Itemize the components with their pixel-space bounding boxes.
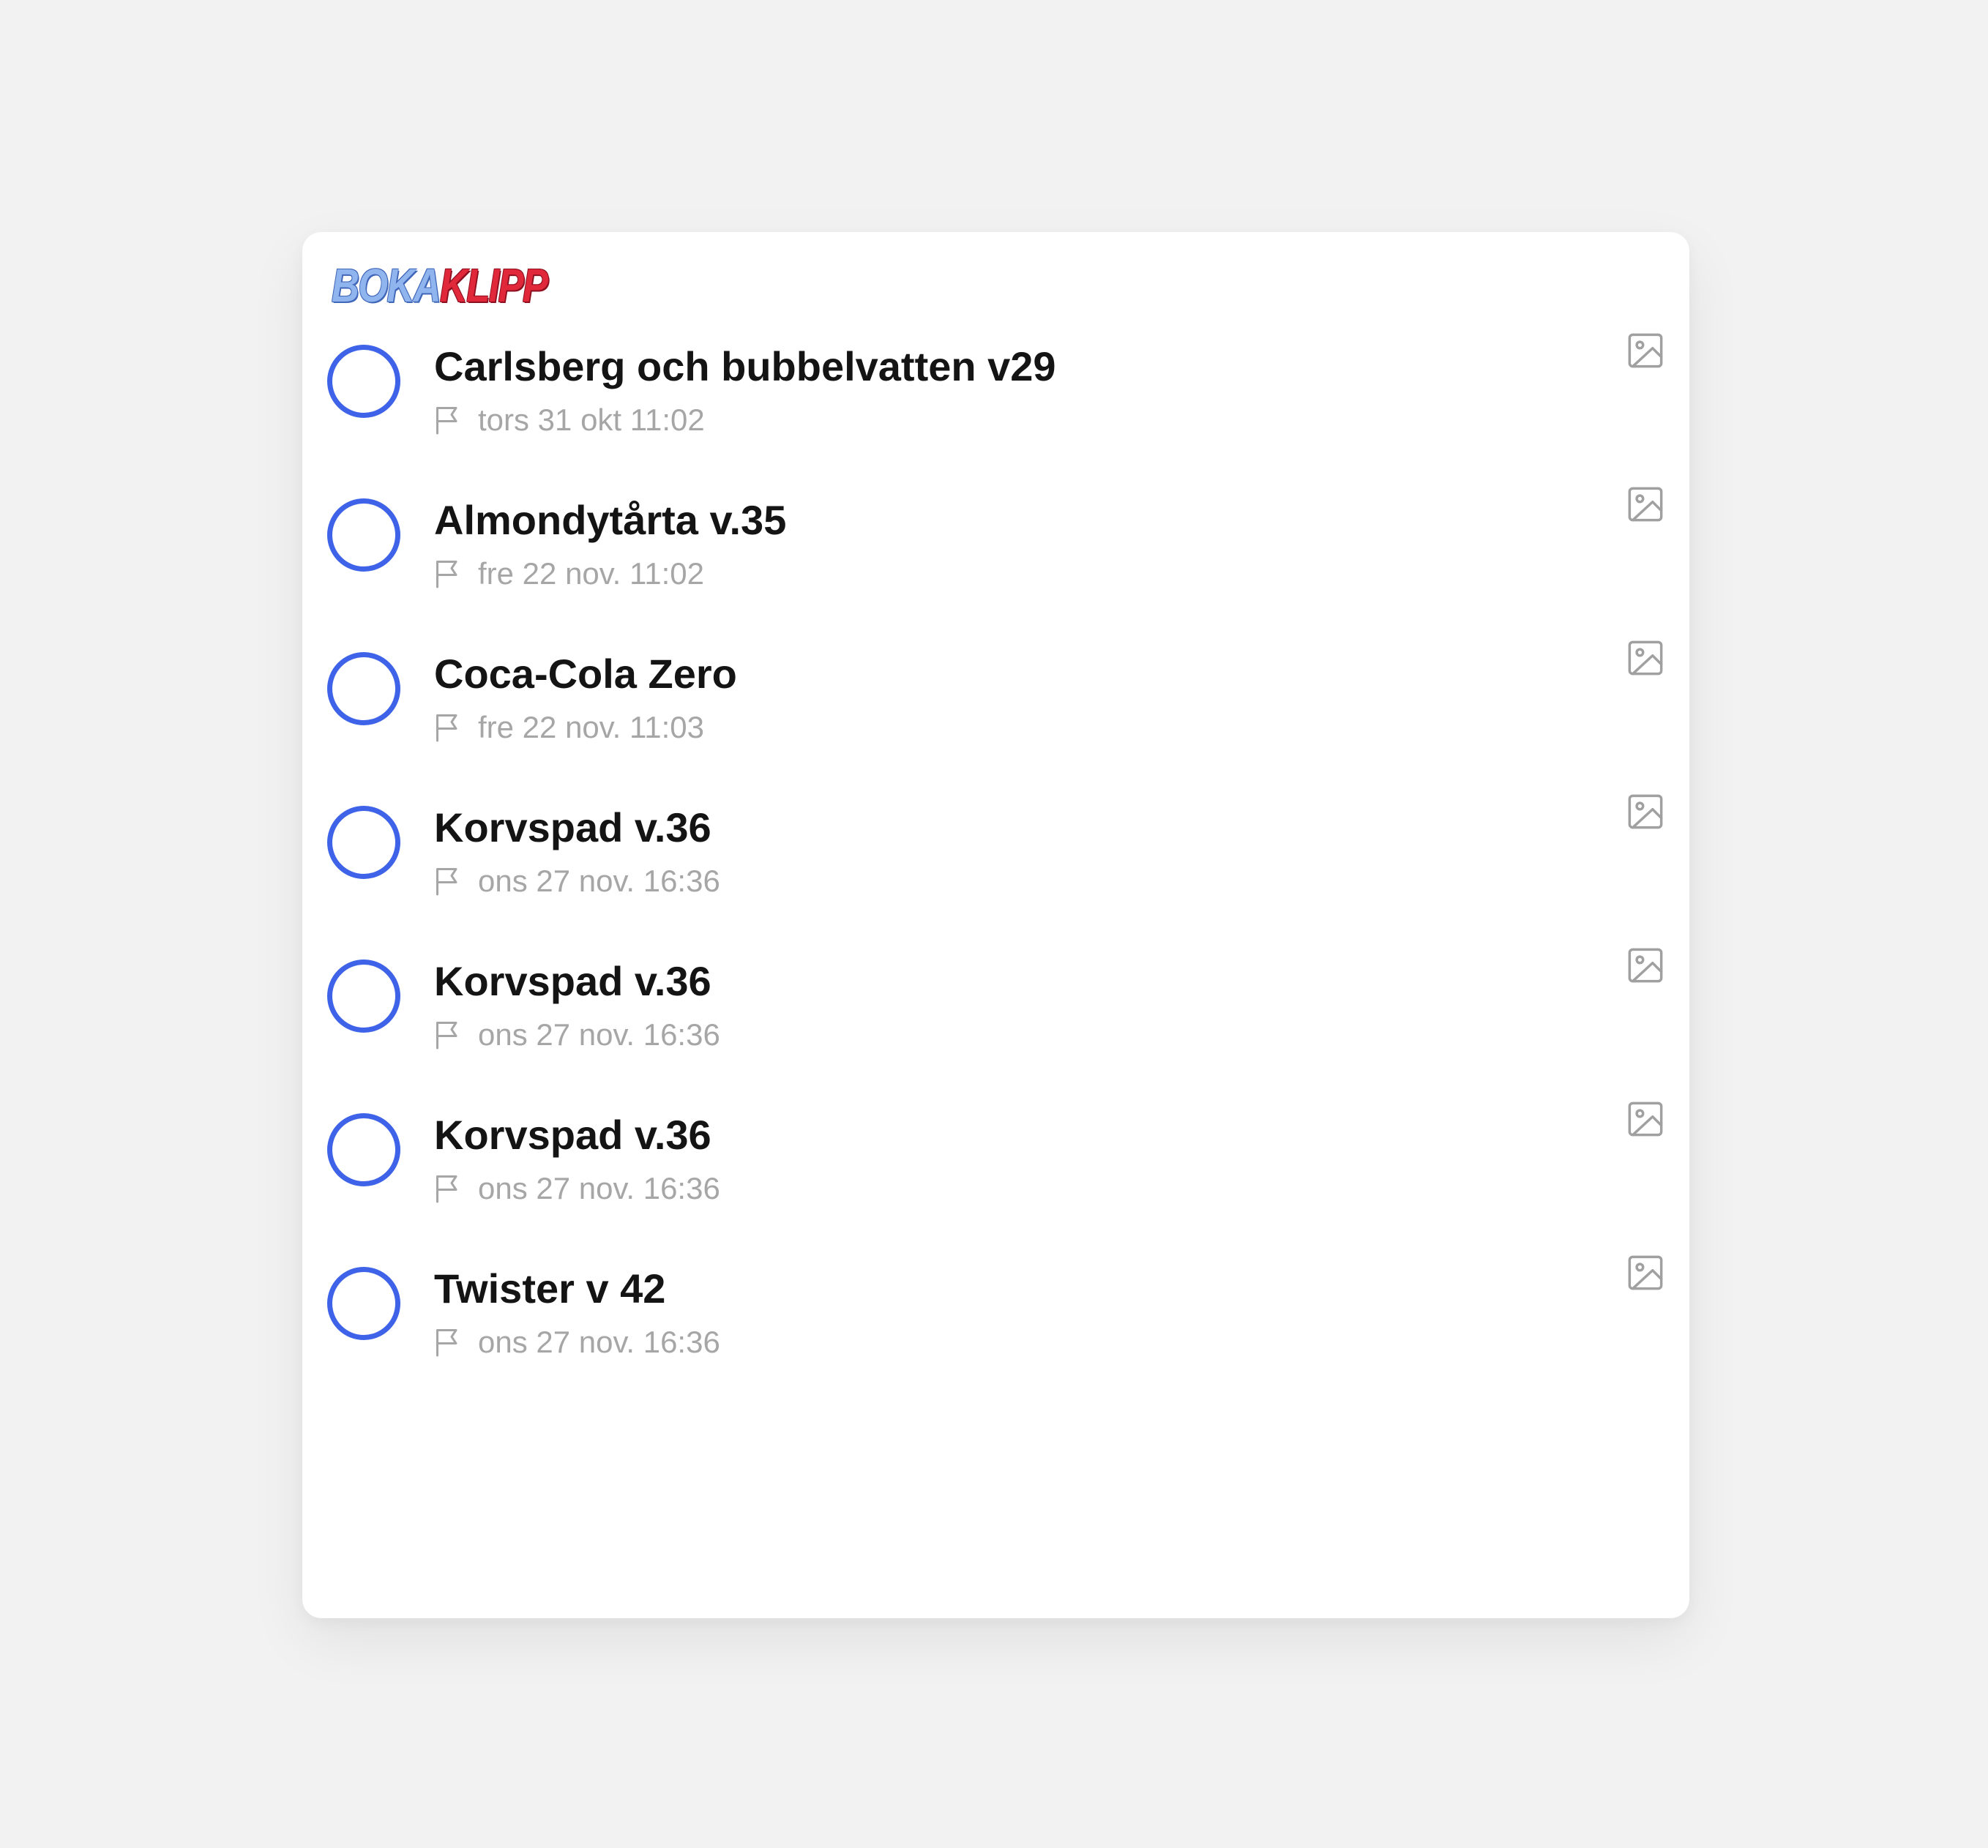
task-title: Twister v 42 [434,1265,666,1312]
image-icon[interactable] [1626,793,1664,831]
task-title: Korvspad v.36 [434,1112,711,1158]
flag-icon [436,1022,457,1050]
task-meta: fre 22 nov. 11:02 [434,555,704,592]
task-item[interactable]: Coca-Cola Zero fre 22 nov. 11:03 [302,640,1689,803]
task-date: ons 27 nov. 16:36 [478,1171,720,1205]
complete-task-checkbox[interactable] [327,498,400,572]
task-date: fre 22 nov. 11:02 [478,556,704,591]
complete-task-checkbox[interactable] [327,1113,400,1186]
flag-icon [436,561,457,588]
complete-task-checkbox[interactable] [327,1267,400,1340]
task-meta: ons 27 nov. 16:36 [434,1017,720,1053]
task-card: BOKAKLIPP Carlsberg och bubbelvatten v29… [302,232,1689,1618]
flag-icon [436,868,457,896]
task-item[interactable]: Korvspad v.36 ons 27 nov. 16:36 [302,1101,1689,1264]
task-date: ons 27 nov. 16:36 [478,1017,720,1052]
task-title: Korvspad v.36 [434,958,711,1004]
complete-task-checkbox[interactable] [327,652,400,725]
logo-part-boka: BOKA [332,259,441,312]
task-meta: fre 22 nov. 11:03 [434,709,704,746]
task-list: Carlsberg och bubbelvatten v29 tors 31 o… [302,333,1689,1418]
task-meta: tors 31 okt 11:02 [434,402,705,438]
bokaklipp-logo: BOKAKLIPP [332,259,548,312]
image-icon[interactable] [1626,639,1664,677]
flag-icon [436,714,457,742]
image-icon[interactable] [1626,1100,1664,1138]
task-meta: ons 27 nov. 16:36 [434,1170,720,1207]
flag-icon [436,407,457,435]
image-icon[interactable] [1626,1254,1664,1292]
task-title: Carlsberg och bubbelvatten v29 [434,343,1056,389]
task-meta: ons 27 nov. 16:36 [434,1324,720,1361]
task-title: Coca-Cola Zero [434,651,737,697]
task-item[interactable]: Korvspad v.36 ons 27 nov. 16:36 [302,948,1689,1110]
logo-part-klipp: KLIPP [439,259,548,312]
task-item[interactable]: Twister v 42 ons 27 nov. 16:36 [302,1255,1689,1418]
task-date: ons 27 nov. 16:36 [478,1325,720,1359]
task-item[interactable]: Carlsberg och bubbelvatten v29 tors 31 o… [302,333,1689,495]
flag-icon [436,1175,457,1203]
task-date: fre 22 nov. 11:03 [478,710,704,744]
complete-task-checkbox[interactable] [327,345,400,418]
task-title: Almondytårta v.35 [434,497,787,543]
flag-icon [436,1329,457,1357]
task-date: ons 27 nov. 16:36 [478,864,720,898]
task-title: Korvspad v.36 [434,804,711,850]
image-icon[interactable] [1626,485,1664,523]
task-meta: ons 27 nov. 16:36 [434,863,720,899]
task-item[interactable]: Almondytårta v.35 fre 22 nov. 11:02 [302,487,1689,649]
task-date: tors 31 okt 11:02 [478,403,705,437]
image-icon[interactable] [1626,332,1664,370]
complete-task-checkbox[interactable] [327,959,400,1033]
task-item[interactable]: Korvspad v.36 ons 27 nov. 16:36 [302,794,1689,957]
image-icon[interactable] [1626,946,1664,984]
complete-task-checkbox[interactable] [327,806,400,879]
